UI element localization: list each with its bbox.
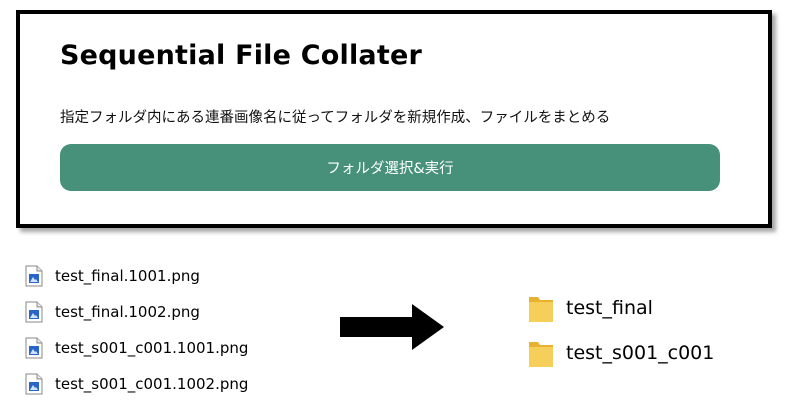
app-window: Sequential File Collater 指定フォルダ内にある連番画像名…	[16, 10, 772, 228]
file-item[interactable]: test_final.1002.png	[25, 294, 248, 330]
folder-name: test_final	[566, 296, 653, 319]
file-list: test_final.1001.png test_final.1002.png …	[25, 258, 248, 402]
select-folder-run-button[interactable]: フォルダ選択&実行	[60, 144, 720, 191]
app-title: Sequential File Collater	[60, 40, 422, 71]
image-file-icon	[25, 301, 43, 323]
folder-icon	[529, 296, 553, 322]
folder-name: test_s001_c001	[566, 341, 715, 364]
folder-list: test_final test_s001_c001	[528, 285, 714, 375]
stage: Sequential File Collater 指定フォルダ内にある連番画像名…	[0, 0, 789, 403]
arrow-right-icon	[340, 304, 444, 350]
file-item[interactable]: test_s001_c001.1002.png	[25, 366, 248, 402]
file-item[interactable]: test_s001_c001.1001.png	[25, 330, 248, 366]
app-description: 指定フォルダ内にある連番画像名に従ってフォルダを新規作成、ファイルをまとめる	[60, 110, 611, 126]
image-file-icon	[25, 337, 43, 359]
folder-item[interactable]: test_s001_c001	[528, 330, 714, 375]
folder-icon	[529, 341, 553, 367]
file-name: test_s001_c001.1002.png	[55, 375, 249, 393]
image-file-icon	[25, 265, 43, 287]
folder-item[interactable]: test_final	[528, 285, 714, 330]
file-name: test_final.1002.png	[55, 303, 200, 321]
image-file-icon	[25, 373, 43, 395]
file-name: test_final.1001.png	[55, 267, 200, 285]
file-name: test_s001_c001.1001.png	[55, 339, 249, 357]
file-item[interactable]: test_final.1001.png	[25, 258, 248, 294]
